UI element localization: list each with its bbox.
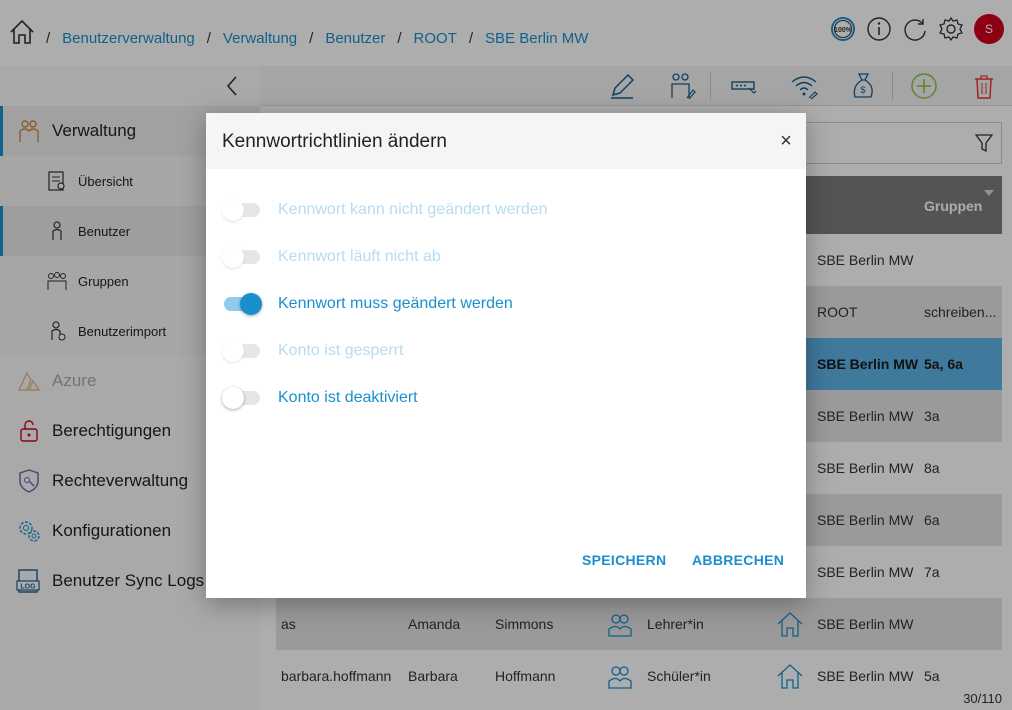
option-label: Kennwort läuft nicht ab — [278, 248, 441, 265]
dialog-header: Kennwortrichtlinien ändern × — [206, 113, 806, 169]
dialog-title: Kennwortrichtlinien ändern — [222, 131, 447, 152]
option-account-disabled[interactable]: Konto ist deaktiviert — [222, 386, 418, 410]
toggle-switch — [222, 199, 260, 221]
password-policy-dialog: Kennwortrichtlinien ändern × Kennwort ka… — [206, 113, 806, 598]
option-account-locked: Konto ist gesperrt — [222, 339, 404, 363]
toggle-switch[interactable] — [222, 387, 260, 409]
toggle-switch — [222, 340, 260, 362]
option-cannot-change-password: Kennwort kann nicht geändert werden — [222, 198, 548, 222]
option-must-change-password[interactable]: Kennwort muss geändert werden — [224, 292, 513, 316]
toggle-switch[interactable] — [224, 293, 262, 315]
option-label: Konto ist gesperrt — [278, 342, 404, 359]
option-password-never-expires: Kennwort läuft nicht ab — [222, 245, 441, 269]
close-icon[interactable]: × — [776, 131, 796, 151]
option-label: Kennwort kann nicht geändert werden — [278, 201, 548, 218]
save-button[interactable]: SPEICHERN — [582, 552, 666, 568]
cancel-button[interactable]: ABBRECHEN — [692, 552, 784, 568]
option-label[interactable]: Kennwort muss geändert werden — [278, 295, 513, 313]
option-label[interactable]: Konto ist deaktiviert — [278, 389, 418, 407]
toggle-switch — [222, 246, 260, 268]
